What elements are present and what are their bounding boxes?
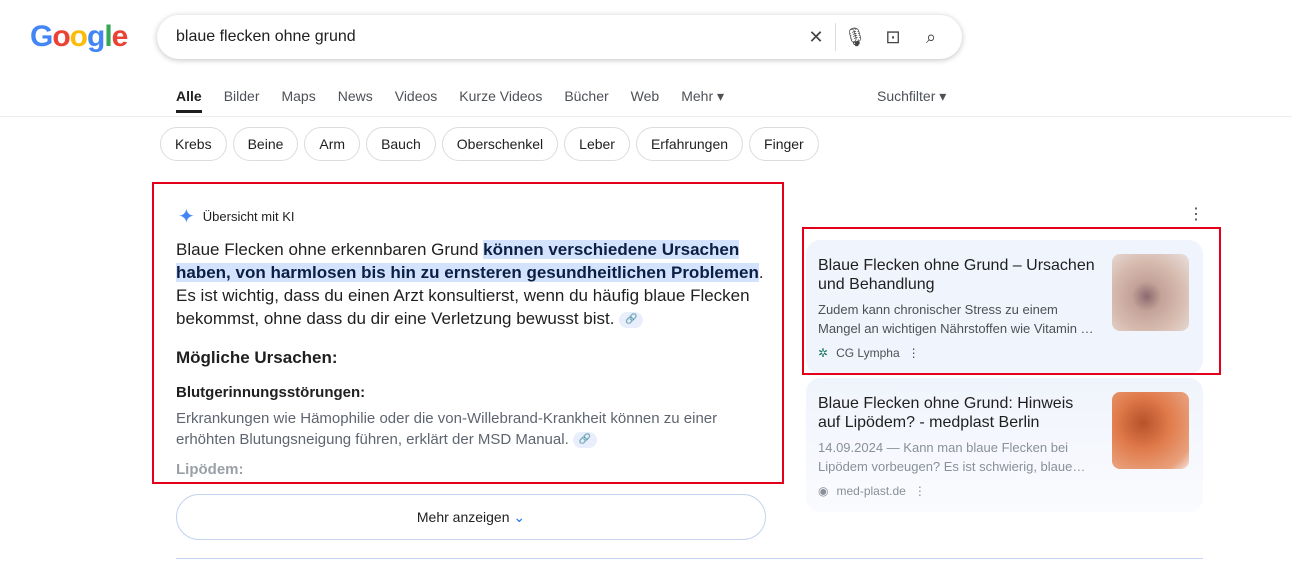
tab-alle[interactable]: Alle (176, 88, 202, 113)
cause-title: Blutgerinnungsstörungen: (176, 384, 366, 401)
sparkle-icon: ✦ (178, 206, 195, 228)
tab-web[interactable]: Web (631, 88, 660, 105)
source-thumbnail (1112, 392, 1189, 469)
tab-videos[interactable]: Videos (395, 88, 438, 105)
more-options-icon[interactable]: ⋮ (1188, 204, 1204, 224)
source-site: CG Lympha (836, 346, 900, 360)
link-icon[interactable]: 🔗 (572, 432, 597, 449)
lens-icon[interactable]: ⊡ (874, 27, 912, 48)
more-options-icon[interactable]: ⋮ (908, 346, 920, 360)
divider (0, 116, 1292, 117)
tab-kurze-videos[interactable]: Kurze Videos (459, 88, 542, 105)
tab-mehr[interactable]: Mehr ▾ (681, 88, 724, 105)
cause-title: Lipödem: (176, 461, 244, 478)
source-title[interactable]: Blaue Flecken ohne Grund: Hinweis auf Li… (818, 394, 1098, 432)
clear-icon[interactable]: ✕ (797, 27, 835, 48)
refinement-chips: Krebs Beine Arm Bauch Oberschenkel Leber… (160, 127, 819, 161)
tab-maps[interactable]: Maps (281, 88, 315, 105)
chip[interactable]: Krebs (160, 127, 227, 161)
search-icon[interactable]: ⌕ (912, 27, 950, 48)
search-input[interactable] (176, 28, 797, 46)
chip[interactable]: Leber (564, 127, 630, 161)
causes-heading: Mögliche Ursachen: (176, 348, 338, 367)
divider (176, 558, 1203, 559)
tab-buecher[interactable]: Bücher (564, 88, 608, 105)
search-tabs: Alle Bilder Maps News Videos Kurze Video… (176, 88, 746, 113)
ai-overview: ✦ Übersicht mit KI Blaue Flecken ohne erk… (152, 182, 784, 484)
source-snippet: Zudem kann chronischer Stress zu einem M… (818, 302, 1094, 336)
chip[interactable]: Bauch (366, 127, 436, 161)
source-title[interactable]: Blaue Flecken ohne Grund – Ursachen und … (818, 256, 1098, 294)
chip[interactable]: Arm (304, 127, 361, 161)
chip[interactable]: Finger (749, 127, 819, 161)
link-icon[interactable]: 🔗 (619, 311, 644, 328)
tab-news[interactable]: News (338, 88, 373, 105)
source-card[interactable]: Blaue Flecken ohne Grund: Hinweis auf Li… (806, 378, 1203, 512)
more-options-icon[interactable]: ⋮ (914, 484, 926, 498)
google-logo[interactable]: Google (30, 20, 128, 54)
search-filter-button[interactable]: Suchfilter ▾ (877, 88, 946, 105)
ai-intro: Blaue Flecken ohne erkennbaren Grund kön… (176, 240, 764, 328)
source-site: med-plast.de (836, 484, 906, 498)
chevron-down-icon: ⌄ (513, 509, 526, 525)
chip[interactable]: Erfahrungen (635, 127, 744, 161)
microphone-icon[interactable]: 🎙 (836, 27, 874, 48)
cause-text: Erkrankungen wie Hämophilie oder die von… (176, 410, 718, 449)
source-card[interactable]: Blaue Flecken ohne Grund – Ursachen und … (806, 240, 1203, 374)
show-more-button[interactable]: Mehr anzeigen ⌄ (176, 494, 766, 540)
ai-overview-title: Übersicht mit KI (202, 209, 295, 224)
search-box: ✕ 🎙 ⊡ ⌕ (157, 15, 962, 59)
chip[interactable]: Beine (232, 127, 299, 161)
tab-bilder[interactable]: Bilder (224, 88, 260, 105)
source-thumbnail (1112, 254, 1189, 331)
site-favicon-icon: ✲ (818, 346, 829, 360)
source-snippet: 14.09.2024 — Kann man blaue Flecken bei … (818, 440, 1086, 474)
site-favicon-icon: ◉ (818, 484, 829, 498)
chip[interactable]: Oberschenkel (441, 127, 559, 161)
